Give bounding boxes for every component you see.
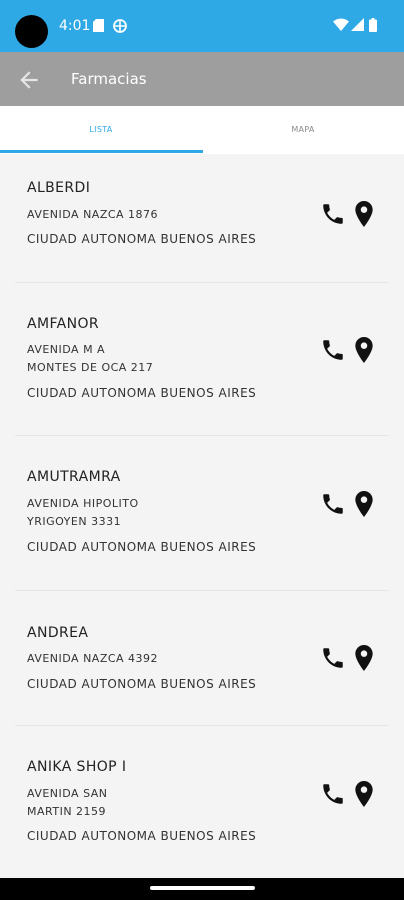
signal-icon [351,18,364,31]
pharmacy-address: AVENIDA NAZCA 4392 [27,652,159,665]
pharmacy-name: AMFANOR [27,316,100,332]
location-pin-icon[interactable] [354,337,374,363]
arrow-left-icon[interactable] [16,67,42,93]
phone-icon[interactable] [320,491,346,517]
location-pin-icon[interactable] [354,781,374,807]
list-item[interactable]: ALBERDI AVENIDA NAZCA 1876 CIUDAD AUTONO… [15,154,389,282]
phone-icon[interactable] [320,781,346,807]
wifi-icon [333,18,349,31]
tab-mapa[interactable]: MAPA [202,106,404,154]
location-pin-icon[interactable] [354,201,374,227]
battery-icon [369,18,377,32]
list-item[interactable]: AMFANOR AVENIDA M A MONTES DE OCA 217 CI… [15,283,389,435]
home-gesture-handle[interactable] [150,886,255,890]
list-item[interactable]: ANDREA AVENIDA NAZCA 4392 CIUDAD AUTONOM… [15,591,389,725]
list-item[interactable]: ANIKA SHOP I AVENIDA SAN MARTIN 2159 CIU… [15,726,389,878]
pharmacy-city: CIUDAD AUTONOMA BUENOS AIRES [27,232,257,246]
tab-indicator [0,150,203,153]
status-time: 4:01 [59,18,91,34]
pharmacy-name: ANIKA SHOP I [27,759,127,775]
tab-lista[interactable]: LISTA [0,106,202,154]
pharmacy-name: ALBERDI [27,180,91,196]
pharmacy-list: ALBERDI AVENIDA NAZCA 1876 CIUDAD AUTONO… [0,154,404,878]
pharmacy-city: CIUDAD AUTONOMA BUENOS AIRES [27,540,257,554]
list-item[interactable]: AMUTRAMRA AVENIDA HIPOLITO YRIGOYEN 3331… [15,436,389,590]
pharmacy-name: ANDREA [27,625,89,641]
status-bar: 4:01 [0,0,404,52]
phone-icon[interactable] [320,645,346,671]
tab-bar: LISTA MAPA [0,106,404,154]
page-title: Farmacias [71,70,147,88]
pharmacy-address: AVENIDA M A MONTES DE OCA 217 [27,343,154,374]
system-nav-bar [0,878,404,900]
pharmacy-city: CIUDAD AUTONOMA BUENOS AIRES [27,386,257,400]
pharmacy-address: AVENIDA SAN MARTIN 2159 [27,787,108,818]
location-pin-icon[interactable] [354,645,374,671]
pharmacy-city: CIUDAD AUTONOMA BUENOS AIRES [27,677,257,691]
vpn-globe-icon [113,19,127,33]
app-bar: Farmacias [0,52,404,106]
camera-cutout [15,15,48,48]
location-pin-icon[interactable] [354,491,374,517]
phone-icon[interactable] [320,201,346,227]
pharmacy-address: AVENIDA NAZCA 1876 [27,208,159,221]
pharmacy-address: AVENIDA HIPOLITO YRIGOYEN 3331 [27,497,139,528]
sd-card-icon [93,19,104,32]
pharmacy-city: CIUDAD AUTONOMA BUENOS AIRES [27,829,257,843]
pharmacy-name: AMUTRAMRA [27,469,121,485]
phone-icon[interactable] [320,337,346,363]
